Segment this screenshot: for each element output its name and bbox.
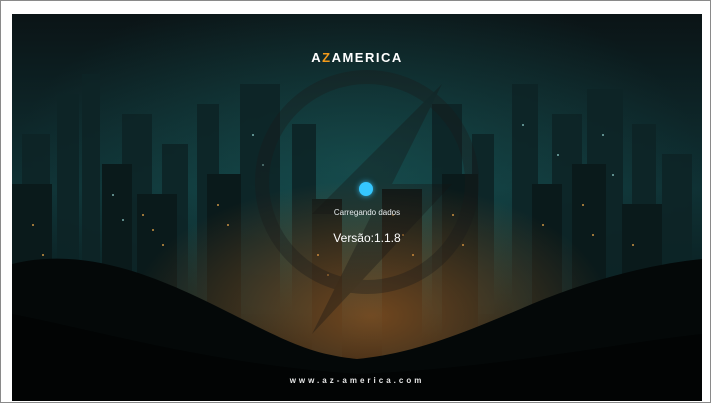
splash-screen: AZAMERICA Carregando dados Versão:1.1.8 …: [12, 14, 702, 401]
window-frame: AZAMERICA Carregando dados Versão:1.1.8 …: [0, 0, 711, 403]
loading-status: Carregando dados: [333, 208, 401, 217]
brand-logo: AZAMERICA: [12, 50, 702, 65]
brand-suffix: AMERICA: [331, 50, 403, 65]
app-version: Versão:1.1.8: [333, 231, 401, 245]
brand-bolt: Z: [322, 50, 332, 65]
website-url: www.az-america.com: [289, 376, 425, 385]
dot-loading-icon: [359, 182, 373, 196]
brand-prefix: A: [311, 50, 323, 65]
